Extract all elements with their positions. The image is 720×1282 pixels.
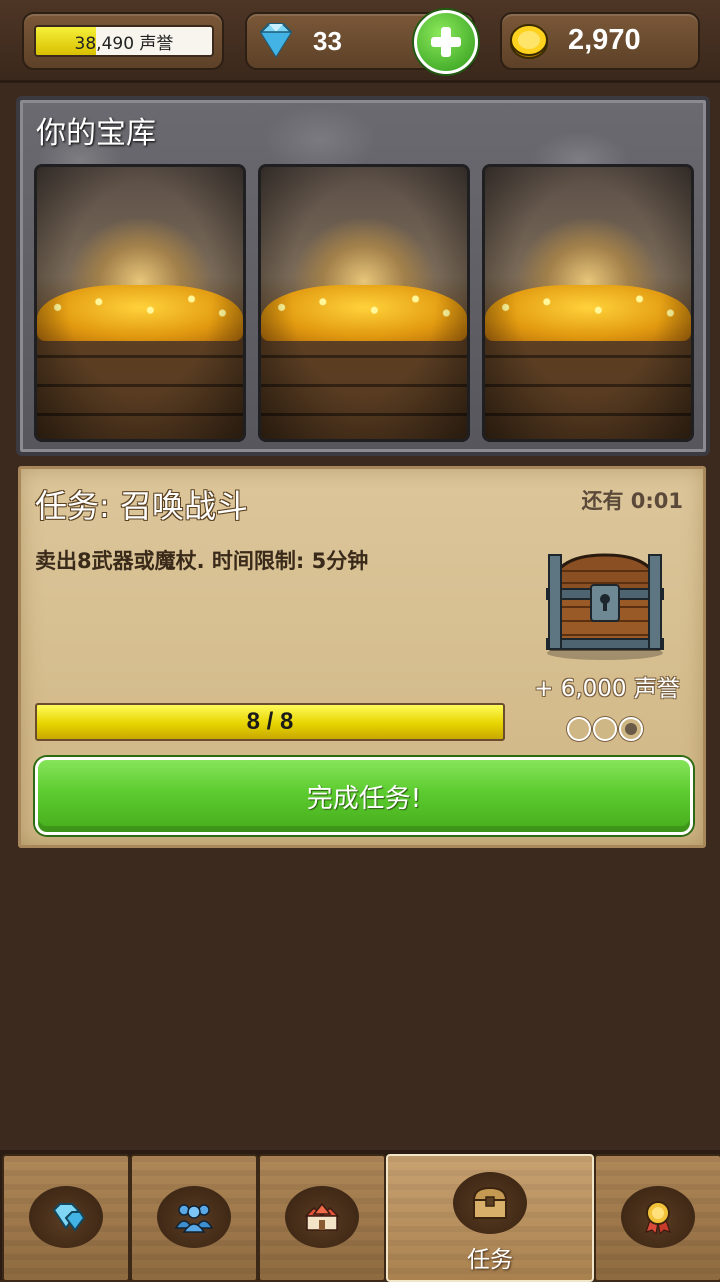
gems-count: 33 <box>313 26 342 56</box>
medal-icon <box>645 1201 671 1234</box>
tab-gems[interactable] <box>2 1154 130 1282</box>
gold-count: 2,970 <box>568 24 641 56</box>
chest-icon <box>472 1186 508 1219</box>
complete-quest-button[interactable]: 完成任务! <box>35 757 693 835</box>
treasure-chest-icon <box>546 553 664 660</box>
buy-gems-button[interactable] <box>414 10 478 74</box>
gold-panel[interactable]: 2,970 <box>500 12 700 70</box>
people-icon <box>174 1204 214 1233</box>
quest-title: 任务: 召唤战斗 <box>35 487 248 525</box>
treasury-title: 你的宝库 <box>36 116 156 151</box>
reputation-bar: 38,490 声誉 <box>34 25 214 57</box>
reputation-panel[interactable]: 38,490 声誉 <box>22 12 224 70</box>
gems-icon <box>52 1203 86 1232</box>
buildings-icon <box>304 1202 340 1231</box>
treasury-slot-3[interactable] <box>482 164 694 442</box>
quest-difficulty-rating <box>567 717 643 741</box>
quest-progress-bar: 8 / 8 <box>35 703 505 741</box>
tab-quests[interactable]: 任务 <box>386 1154 594 1282</box>
quest-timer: 还有 0:01 <box>581 489 683 513</box>
reputation-label: 38,490 声誉 <box>74 34 174 54</box>
tab-quests-label: 任务 <box>467 1247 513 1273</box>
tab-people[interactable] <box>130 1154 258 1282</box>
quest-reward: + 6,000 声誉 <box>534 676 680 702</box>
top-bar: 38,490 声誉 33 2,970 <box>0 0 720 83</box>
quest-progress-label: 8 / 8 <box>246 708 294 735</box>
diamond-icon <box>259 23 293 58</box>
tab-buildings[interactable] <box>258 1154 386 1282</box>
quest-card: 任务: 召唤战斗 还有 0:01 卖出8武器或魔杖. 时间限制: 5分钟 + 6… <box>18 466 706 848</box>
treasury-slot-2[interactable] <box>258 164 470 442</box>
difficulty-dot <box>593 717 617 741</box>
treasury-panel: 你的宝库 <box>16 96 710 456</box>
bottom-nav: 任务 <box>0 1150 720 1282</box>
treasury-slot-1[interactable] <box>34 164 246 442</box>
gold-coin-icon <box>510 24 548 59</box>
complete-quest-label: 完成任务! <box>306 784 422 814</box>
tab-achievements[interactable] <box>594 1154 720 1282</box>
difficulty-dot <box>619 717 643 741</box>
difficulty-dot <box>567 717 591 741</box>
quest-description: 卖出8武器或魔杖. 时间限制: 5分钟 <box>35 549 369 573</box>
